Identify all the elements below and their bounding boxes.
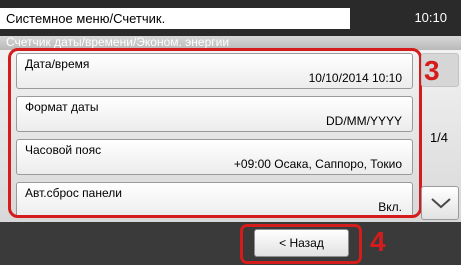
chevron-down-icon [431,198,451,209]
bottom-bar [0,222,461,265]
page-indicator: 1/4 [429,130,449,145]
top-bar: Системное меню/Счетчик. 10:10 [0,0,461,36]
back-button[interactable]: < Назад [254,229,349,257]
list-highlight-frame [8,48,422,218]
menu-title: Системное меню/Счетчик. [0,8,350,29]
scroll-down-button[interactable] [421,186,459,220]
callout-step-4: 4 [370,226,386,257]
clock: 10:10 [414,10,447,25]
callout-step-3: 3 [424,55,440,86]
